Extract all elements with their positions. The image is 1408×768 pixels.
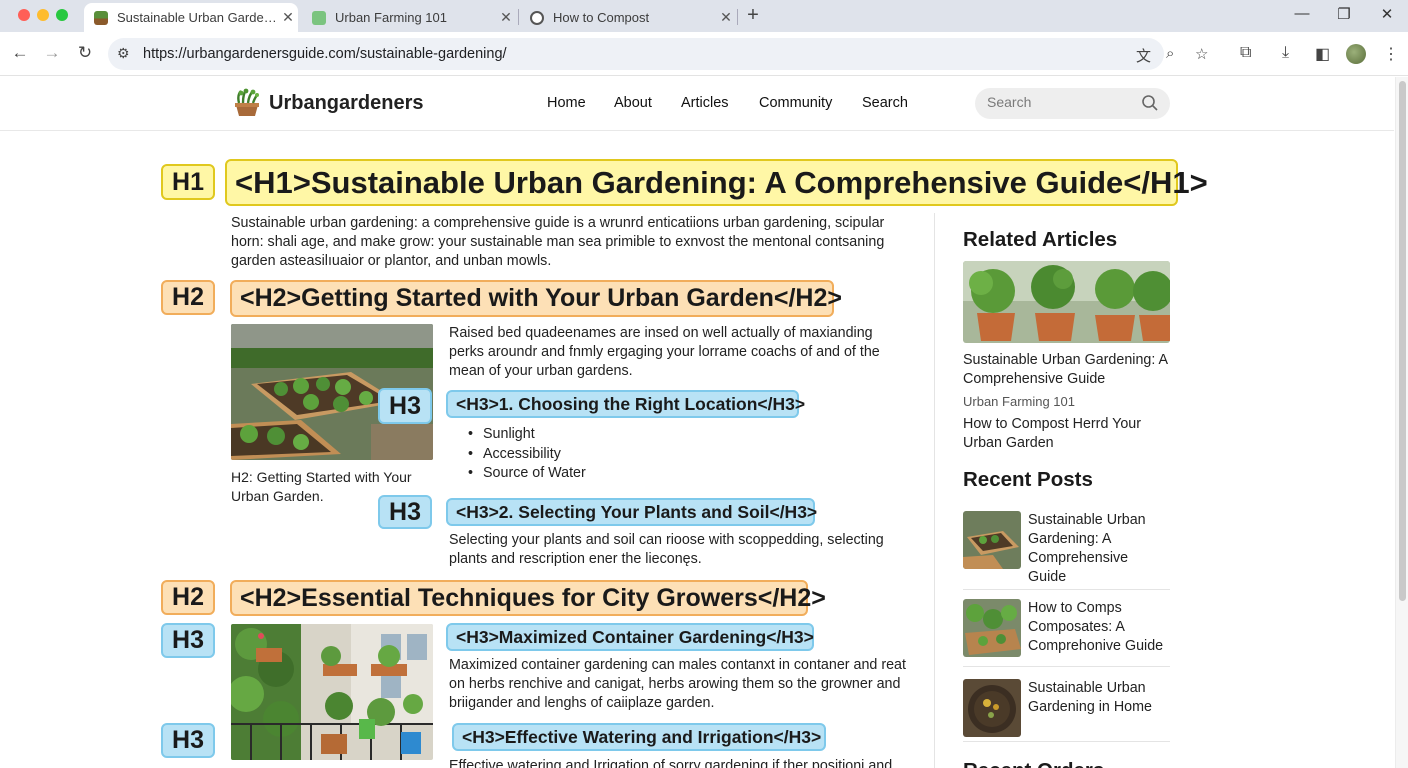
tab-urban-farming[interactable]: Urban Farming 101 ✕ (302, 3, 516, 32)
section2-h2-heading: <H2>Essential Techniques for City Grower… (230, 580, 826, 616)
recent-post-item[interactable]: How to Comps Composates: A Comprehonive … (963, 599, 1170, 669)
tab-title: How to Compost (553, 10, 650, 25)
new-tab-button[interactable]: + (744, 4, 762, 27)
site-settings-icon[interactable]: ⚙ (117, 45, 130, 62)
nav-home[interactable]: Home (547, 95, 586, 111)
post-thumbnail (963, 511, 1021, 569)
h3-tag-badge: H3 (378, 388, 432, 424)
profile-avatar[interactable] (1346, 44, 1366, 64)
scrollbar-thumb[interactable] (1399, 81, 1406, 601)
section2-h3a-heading: <H3>Maximized Container Gardening</H3> (446, 623, 814, 651)
section2-paragraph: Maximized container gardening can males … (449, 657, 906, 711)
tab-how-to-compost[interactable]: How to Compost ✕ (520, 3, 736, 32)
close-tab-icon[interactable]: ✕ (716, 9, 736, 26)
section1-paragraph-2: Selecting your plants and soil can rioos… (449, 532, 884, 567)
related-article-link[interactable]: Urban Farming 101 (963, 394, 1075, 409)
article-intro: Sustainable urban gardening: a comprehen… (231, 215, 885, 269)
h3-tag-badge: H3 (378, 495, 432, 529)
bookmark-star-icon[interactable]: ☆ (1195, 45, 1208, 63)
browser-toolbar: ← → ↻ ⚙ https://urbangardenersguide.com/… (0, 32, 1408, 76)
article-h1-heading: <H1>Sustainable Urban Gardening: A Compr… (225, 159, 1208, 206)
search-icon[interactable] (1141, 94, 1159, 112)
post-title[interactable]: How to Comps Composates: A Comprehonive … (1028, 599, 1168, 656)
balcony-garden-image (231, 624, 433, 760)
farm-favicon-icon (312, 10, 326, 25)
section2-h3b-heading: <H3>Effective Watering and Irrigation</H… (452, 723, 826, 751)
nav-articles[interactable]: Articles (681, 95, 729, 111)
translate-icon[interactable]: 文 (1136, 45, 1151, 66)
divider (963, 666, 1170, 667)
list-item: Accessibility (468, 445, 586, 465)
site-header: Urbangardeners Home About Articles Commu… (0, 77, 1394, 131)
section1-h3b-heading: <H3>2. Selecting Your Plants and Soil</H… (446, 498, 817, 526)
url-text[interactable]: https://urbangardenersguide.com/sustaina… (143, 46, 507, 62)
site-logo-text[interactable]: Urbangardeners (269, 92, 424, 115)
tab-title: Sustainable Urban Garde… (117, 10, 277, 25)
list-item: Source of Water (468, 464, 586, 484)
site-search-box[interactable] (975, 88, 1170, 119)
h3-tag-badge: H3 (161, 623, 215, 658)
close-tab-icon[interactable]: ✕ (496, 9, 516, 26)
plant-pot-logo-icon[interactable] (232, 88, 262, 118)
web-page: Urbangardeners Home About Articles Commu… (0, 77, 1394, 768)
zoom-icon[interactable]: ⌕ (1166, 45, 1174, 62)
extensions-icon[interactable]: ⧉ (1240, 44, 1251, 62)
section1-paragraph: Raised bed quadeenames are insed on well… (449, 325, 880, 379)
divider (963, 741, 1170, 742)
post-title[interactable]: Sustainable Urban Gardening: A Comprehen… (1028, 511, 1168, 587)
back-arrow-icon[interactable]: ← (9, 42, 31, 64)
forward-arrow-icon[interactable]: → (41, 42, 63, 64)
related-article-link[interactable]: Sustainable Urban Gardening: A Comprehen… (963, 351, 1173, 389)
section1-h2-heading: <H2>Getting Started with Your Urban Gard… (230, 280, 842, 317)
recent-post-item[interactable]: Sustainable Urban Gardening in Home (963, 679, 1170, 739)
nav-about[interactable]: About (614, 95, 652, 111)
related-article-link[interactable]: How to Compost Herrd Your Urban Garden (963, 415, 1173, 453)
tab-strip: Sustainable Urban Garde… ✕ Urban Farming… (0, 0, 1408, 32)
minimize-window-button[interactable] (37, 9, 49, 21)
menu-kebab-icon[interactable]: ⋮ (1383, 44, 1399, 64)
post-thumbnail (963, 679, 1021, 737)
close-icon[interactable]: ✕ (1377, 5, 1397, 23)
herb-pots-image[interactable] (963, 261, 1170, 343)
nav-search[interactable]: Search (862, 95, 908, 111)
h2-tag-badge: H2 (161, 280, 215, 315)
section2-paragraph-2: Effective watering and Irrigation of sor… (449, 758, 893, 768)
nav-community[interactable]: Community (759, 95, 832, 111)
tab-title: Urban Farming 101 (335, 10, 447, 25)
globe-favicon-icon (530, 10, 544, 25)
post-thumbnail (963, 599, 1021, 657)
tab-separator (737, 9, 738, 25)
tab-sustainable-urban-gardening[interactable]: Sustainable Urban Garde… ✕ (84, 3, 298, 32)
side-panel-icon[interactable]: ◧ (1315, 44, 1330, 64)
h3-tag-badge: H3 (161, 723, 215, 758)
site-search-input[interactable] (987, 94, 1137, 110)
list-item: Sunlight (468, 425, 586, 445)
restore-icon[interactable]: ❐ (1334, 5, 1354, 23)
recent-post-item[interactable]: Sustainable Urban Gardening: A Comprehen… (963, 511, 1170, 591)
minimize-icon[interactable]: — (1292, 5, 1312, 22)
recent-posts-heading: Recent Posts (963, 468, 1093, 491)
location-factors-list: Sunlight Accessibility Source of Water (468, 425, 586, 484)
section1-h3a-heading: <H3>1. Choosing the Right Location</H3> (446, 390, 805, 418)
sidebar-divider (934, 213, 935, 768)
garden-favicon-icon (94, 10, 108, 25)
tab-separator (518, 9, 519, 25)
reload-icon[interactable]: ↻ (74, 42, 96, 64)
post-title[interactable]: Sustainable Urban Gardening in Home (1028, 679, 1168, 717)
address-bar[interactable]: ⚙ https://urbangardenersguide.com/sustai… (108, 38, 1208, 70)
page-scrollbar[interactable] (1395, 77, 1408, 768)
divider (963, 589, 1170, 590)
download-icon[interactable]: ⤓ (1282, 44, 1289, 62)
related-articles-heading: Related Articles (963, 228, 1118, 251)
h1-tag-badge: H1 (161, 164, 215, 200)
zoom-window-button[interactable] (56, 9, 68, 21)
recent-orders-heading: Recent Orders (963, 759, 1104, 768)
close-window-button[interactable] (18, 9, 30, 21)
close-tab-icon[interactable]: ✕ (278, 9, 298, 26)
h2-tag-badge: H2 (161, 580, 215, 615)
